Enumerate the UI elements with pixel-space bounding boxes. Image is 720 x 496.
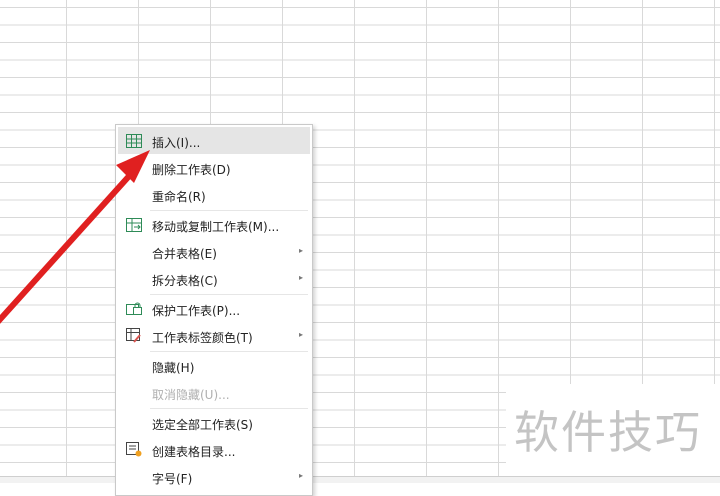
menu-item-protect-sheet[interactable]: 保护工作表(P)... [118,295,310,322]
menu-item-label: 工作表标签颜色(T) [152,331,253,345]
menu-item-label: 取消隐藏(U)... [152,388,230,402]
menu-item-label: 字号(F) [152,472,193,486]
chevron-right-icon: ▸ [298,330,303,339]
chevron-right-icon: ▸ [298,471,303,480]
create-toc-icon [125,441,143,458]
watermark: 软件技巧 [506,384,720,476]
sheet-context-menu: 插入(I)... 删除工作表(D) 重命名(R) 移动或复制工作表(M)... … [115,124,313,496]
menu-item-insert[interactable]: 插入(I)... [118,127,310,154]
menu-item-label: 合并表格(E) [152,247,217,261]
menu-item-merge-tables[interactable]: 合并表格(E) ▸ [118,238,310,265]
menu-item-unhide: 取消隐藏(U)... [118,379,310,406]
tab-color-icon [125,327,143,344]
move-copy-sheet-icon [125,216,143,233]
menu-item-hide[interactable]: 隐藏(H) [118,352,310,379]
menu-item-label: 隐藏(H) [152,361,195,375]
menu-item-label: 删除工作表(D) [152,163,231,177]
menu-item-label: 插入(I)... [152,136,201,150]
chevron-right-icon: ▸ [298,246,303,255]
menu-item-tab-color[interactable]: 工作表标签颜色(T) ▸ [118,322,310,349]
insert-table-icon [125,132,143,149]
menu-item-label: 创建表格目录... [152,445,236,459]
menu-item-label: 拆分表格(C) [152,274,218,288]
menu-item-label: 选定全部工作表(S) [152,418,253,432]
menu-item-label: 保护工作表(P)... [152,304,241,318]
menu-item-select-all-sheets[interactable]: 选定全部工作表(S) [118,409,310,436]
watermark-text: 软件技巧 [514,406,703,459]
menu-item-label: 重命名(R) [152,190,206,204]
protect-sheet-icon [125,300,143,317]
menu-item-label: 移动或复制工作表(M)... [152,220,280,234]
menu-item-move-copy[interactable]: 移动或复制工作表(M)... [118,211,310,238]
menu-item-rename[interactable]: 重命名(R) [118,181,310,208]
menu-item-font-size[interactable]: 字号(F) ▸ [118,463,310,490]
menu-item-split-table[interactable]: 拆分表格(C) ▸ [118,265,310,292]
menu-item-create-toc[interactable]: 创建表格目录... [118,436,310,463]
chevron-right-icon: ▸ [298,273,303,282]
menu-item-delete-sheet[interactable]: 删除工作表(D) [118,154,310,181]
